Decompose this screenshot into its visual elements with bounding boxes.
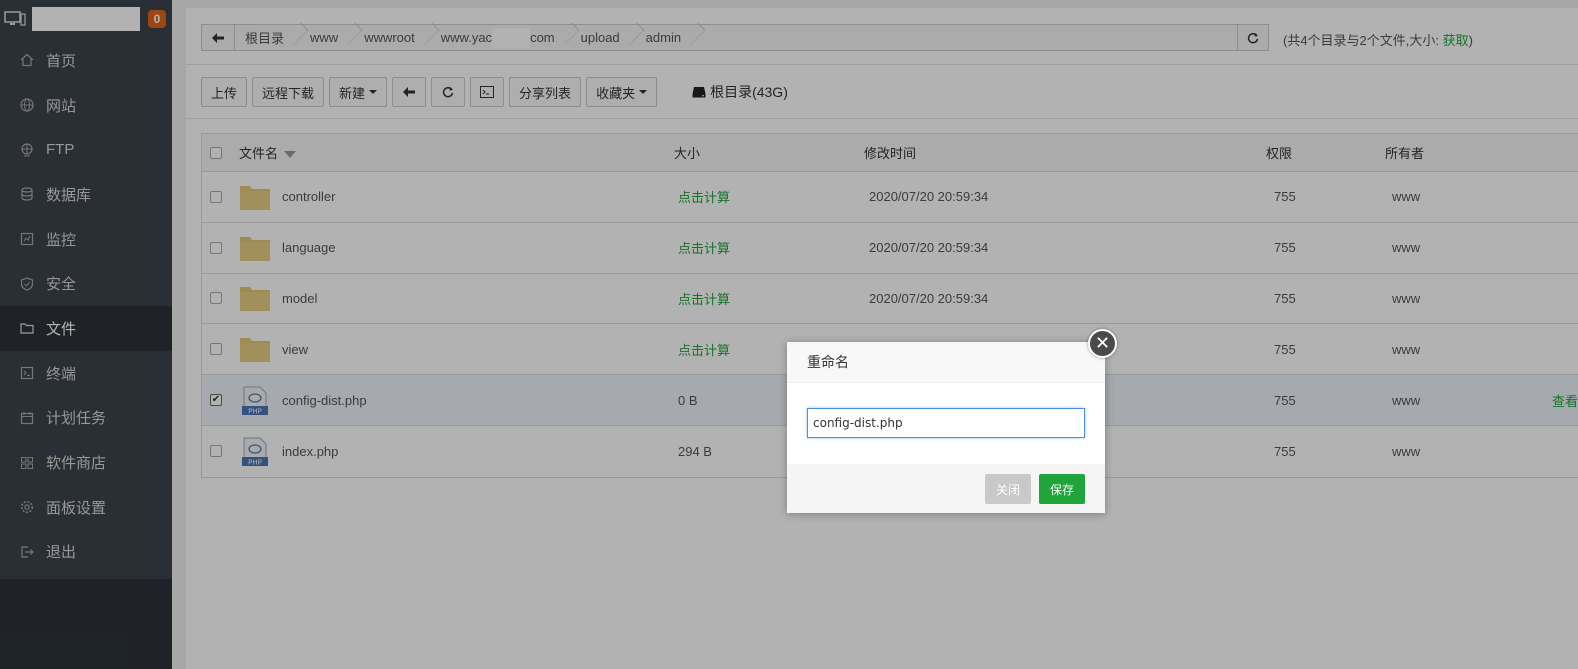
dialog-body [787,383,1105,464]
dialog-title: 重命名 [787,342,1105,383]
rename-dialog: 重命名 ✕ 关闭 保存 [787,329,1117,513]
save-button[interactable]: 保存 [1039,474,1085,504]
rename-input[interactable] [807,408,1085,438]
close-icon: ✕ [1094,333,1111,353]
close-button[interactable]: 关闭 [985,474,1031,504]
dialog-close-button[interactable]: ✕ [1088,329,1117,358]
modal-overlay[interactable] [0,0,1578,669]
dialog-footer: 关闭 保存 [787,464,1105,513]
